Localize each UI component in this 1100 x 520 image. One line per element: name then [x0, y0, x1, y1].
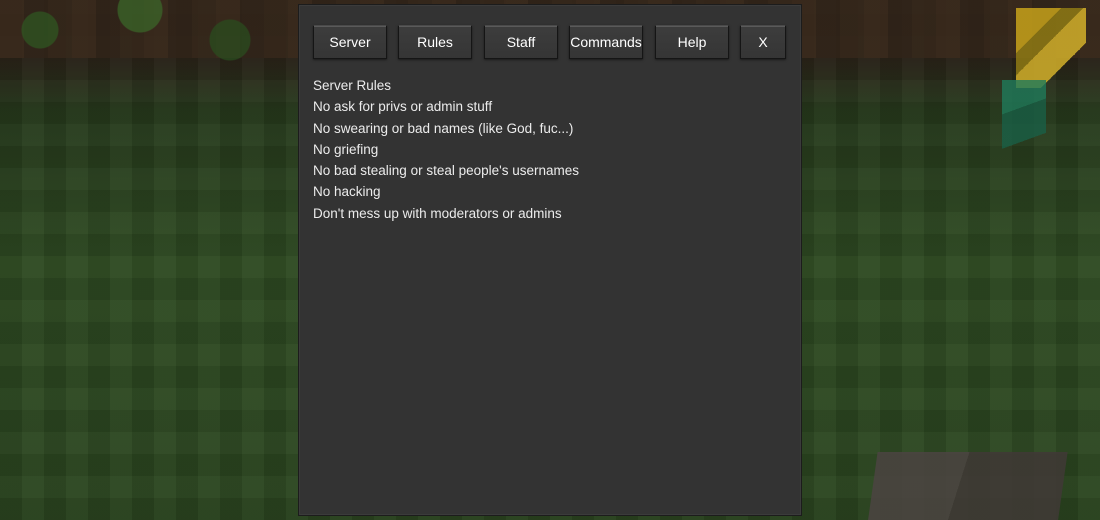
stone-block — [866, 452, 1068, 520]
rule-line: No griefing — [313, 141, 379, 157]
rule-line: No ask for privs or admin stuff — [313, 99, 493, 115]
rule-line: No bad stealing or steal people's userna… — [313, 163, 579, 179]
rule-line: Don't mess up with moderators or admins — [313, 205, 562, 221]
yellow-flower — [1016, 8, 1086, 88]
help-tab-button[interactable]: Help — [655, 25, 729, 59]
rule-line: No swearing or bad names (like God, fuc.… — [313, 120, 574, 136]
rules-content: Server Rules No ask for privs or admin s… — [313, 75, 783, 224]
leaf-blocks — [0, 0, 300, 140]
tab-bar: Server Rules Staff Commands Help X — [313, 25, 787, 59]
flower-stem — [1002, 80, 1046, 150]
commands-tab-button[interactable]: Commands — [569, 25, 643, 59]
staff-tab-button[interactable]: Staff — [484, 25, 558, 59]
rules-title: Server Rules — [313, 78, 392, 93]
server-info-dialog: Server Rules Staff Commands Help X Serve… — [298, 4, 802, 516]
server-tab-button[interactable]: Server — [313, 25, 387, 59]
rules-tab-button[interactable]: Rules — [398, 25, 472, 59]
close-button[interactable]: X — [740, 25, 786, 59]
rule-line: No hacking — [313, 184, 381, 200]
